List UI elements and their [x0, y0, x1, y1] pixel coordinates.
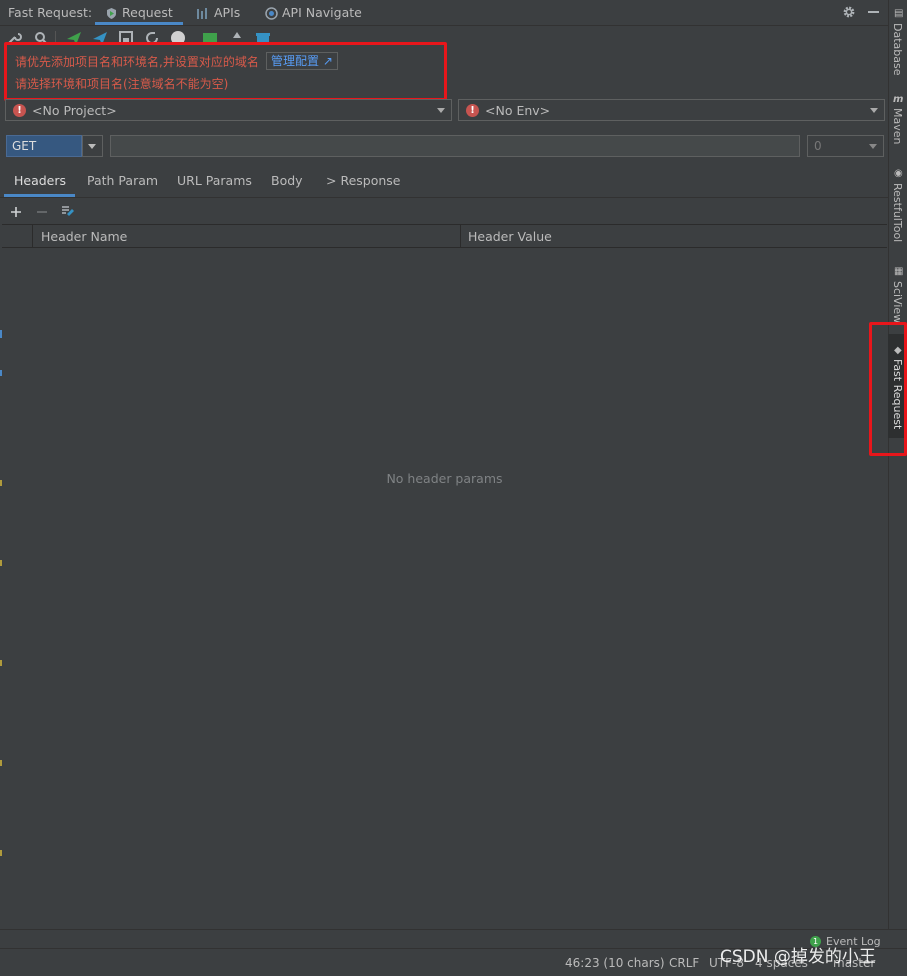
tab-response[interactable]: > Response: [326, 173, 400, 188]
env-select[interactable]: ! <No Env>: [458, 99, 885, 121]
error-icon: !: [466, 104, 479, 117]
maven-icon: m: [893, 94, 904, 105]
tab-api-navigate[interactable]: API Navigate: [265, 0, 362, 25]
env-select-value: <No Env>: [485, 103, 551, 118]
gutter-mark: [0, 760, 2, 766]
column-divider: [460, 225, 461, 247]
sciview-icon: ▦: [894, 266, 904, 277]
tab-request[interactable]: Request: [95, 0, 183, 25]
project-select-value: <No Project>: [32, 103, 117, 118]
gutter-mark: [0, 370, 2, 376]
apis-icon: [197, 8, 207, 19]
table-toolbar: [0, 200, 888, 223]
tab-label: APIs: [214, 5, 241, 20]
chevron-down-icon: [437, 108, 445, 113]
line-separator[interactable]: CRLF: [669, 956, 699, 970]
editor-gutter: [0, 330, 2, 890]
method-dropdown-button[interactable]: [82, 135, 103, 157]
tab-apis[interactable]: APIs: [196, 0, 240, 25]
database-icon: ▤: [894, 8, 904, 19]
tab-headers[interactable]: Headers: [14, 173, 66, 188]
tab-path-param[interactable]: Path Param: [87, 173, 158, 188]
gutter-mark: [0, 330, 2, 338]
table-header: Header Name Header Value: [2, 224, 887, 248]
divider: [0, 929, 907, 930]
navigate-icon: [265, 7, 278, 20]
error-icon: !: [13, 104, 26, 117]
column-divider: [32, 225, 33, 247]
minimize-icon[interactable]: [868, 11, 879, 13]
sidebar-item-restfultool[interactable]: RestfulTool: [891, 183, 904, 242]
sidebar-item-database[interactable]: Database: [891, 23, 904, 76]
gutter-mark: [0, 660, 2, 666]
tab-label: Request: [122, 5, 173, 20]
chevron-down-icon: [870, 108, 878, 113]
timeout-select[interactable]: 0: [807, 135, 884, 157]
tab-label: API Navigate: [282, 5, 362, 20]
gutter-mark: [0, 850, 2, 856]
empty-state-text: No header params: [386, 471, 503, 486]
tab-body[interactable]: Body: [271, 173, 303, 188]
sidebar-item-maven[interactable]: Maven: [891, 108, 904, 144]
highlight-box-warning: [4, 42, 447, 101]
tab-url-params[interactable]: URL Params: [177, 173, 252, 188]
request-icon: [107, 8, 116, 19]
method-select[interactable]: GET: [6, 135, 82, 157]
url-input[interactable]: [110, 135, 800, 157]
column-header-value[interactable]: Header Value: [468, 229, 552, 244]
tool-window-title: Fast Request:: [8, 5, 93, 20]
remove-icon[interactable]: [36, 206, 48, 218]
divider: [0, 197, 888, 198]
gutter-mark: [0, 560, 2, 566]
column-header-name[interactable]: Header Name: [41, 229, 127, 244]
sidebar-item-sciview[interactable]: SciView: [891, 281, 904, 323]
project-select[interactable]: ! <No Project>: [5, 99, 452, 121]
highlight-box-fast-request: [869, 322, 907, 456]
table-body[interactable]: No header params: [2, 248, 887, 929]
gutter-mark: [0, 480, 2, 486]
add-icon[interactable]: [10, 206, 22, 218]
tool-window-header: Fast Request: Request APIs API Navigate: [0, 0, 888, 26]
restfultool-icon: ◉: [894, 168, 903, 179]
bulk-edit-icon[interactable]: [60, 203, 76, 219]
gear-icon[interactable]: [842, 5, 856, 19]
watermark-text: CSDN @掉发的小王: [720, 947, 876, 967]
caret-position[interactable]: 46:23 (10 chars): [565, 956, 665, 970]
